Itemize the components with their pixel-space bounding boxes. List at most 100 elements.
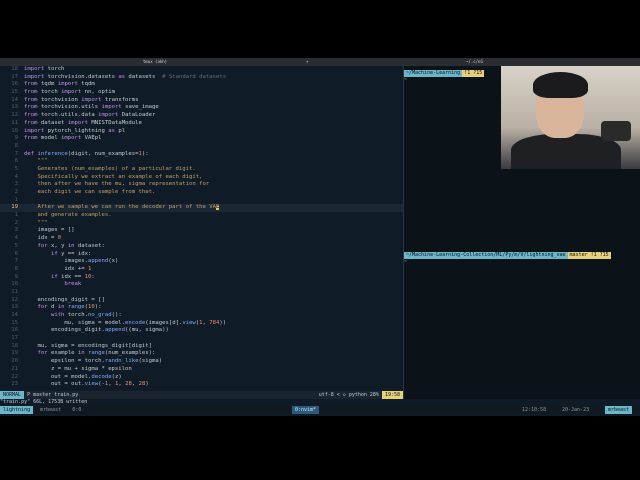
code-text[interactable]: for x, y in dataset: bbox=[24, 243, 104, 249]
code-line[interactable]: 10 break bbox=[0, 281, 403, 289]
code-line[interactable]: 7 def inference(digit, num_examples=1): bbox=[0, 151, 403, 159]
webcam-person-hair bbox=[533, 72, 588, 98]
tmux-active-window[interactable]: 0:nvim* bbox=[292, 406, 320, 414]
vim-cmdline[interactable]: "train.py" 66L, 1753B written bbox=[0, 399, 640, 406]
code-line[interactable]: 19 for example in range(num_examples): bbox=[0, 350, 403, 358]
line-number: 8 bbox=[14, 265, 18, 272]
code-text[interactable]: images = [] bbox=[24, 227, 74, 233]
code-line[interactable]: 1 and generate examples. bbox=[0, 212, 403, 220]
code-line[interactable]: 3 then after we have the mu, sigma repre… bbox=[0, 181, 403, 189]
line-number: 4 bbox=[14, 173, 18, 180]
tmux-window-1[interactable]: mrbeast bbox=[36, 406, 65, 414]
code-line[interactable]: 13 from torchvision.utils import save_ima… bbox=[0, 104, 403, 112]
code-line[interactable]: 2 """ bbox=[0, 220, 403, 228]
code-line[interactable]: 5 Generates (num_examples) of a particul… bbox=[0, 166, 403, 174]
code-text[interactable]: Generates (num_examples) of a particular… bbox=[24, 166, 195, 172]
code-line[interactable]: 18 import torch bbox=[0, 66, 403, 74]
line-number: 12 bbox=[11, 112, 18, 119]
code-text[interactable]: epsilon = torch.randn_like(sigma) bbox=[24, 358, 162, 364]
tmux-window-2[interactable]: 0:0 bbox=[68, 406, 85, 414]
code-line[interactable]: 7 images.append(x) bbox=[0, 258, 403, 266]
code-line[interactable]: 19 After we sample we can run the decode… bbox=[0, 204, 403, 213]
code-line[interactable]: 15 from torch import nn, optim bbox=[0, 89, 403, 97]
code-text[interactable]: idx += 1 bbox=[24, 266, 91, 272]
code-text[interactable]: out = model.decode(z) bbox=[24, 374, 122, 380]
code-line[interactable]: 5 for x, y in dataset: bbox=[0, 243, 403, 251]
line-number: 2 bbox=[14, 189, 18, 195]
code-text[interactable]: Specifically we extract an example of ea… bbox=[24, 174, 202, 180]
code-line[interactable]: 16 from tqdm import tqdm bbox=[0, 81, 403, 89]
code-text[interactable]: from torchvision import transforms bbox=[24, 97, 139, 103]
code-text[interactable]: each digit we can sample from that. bbox=[24, 189, 155, 195]
code-line[interactable]: 10 import pytorch_lightning as pl bbox=[0, 128, 403, 136]
code-text[interactable]: """ bbox=[24, 220, 47, 226]
code-editor[interactable]: 18 import torch 17 import torchvision.datas… bbox=[0, 66, 403, 391]
code-line[interactable]: 4 idx = 0 bbox=[0, 235, 403, 243]
code-line[interactable]: 4 Specifically we extract an example of … bbox=[0, 174, 403, 182]
code-line[interactable]: 11 bbox=[0, 289, 403, 297]
code-line[interactable]: 9 if idx == 10: bbox=[0, 274, 403, 282]
code-text[interactable]: mu, sigma = encodings_digit[digit] bbox=[24, 343, 152, 349]
vim-statusline: NORMAL P master train.py utf-8 < ◇ pytho… bbox=[0, 391, 403, 399]
code-text[interactable]: idx = 0 bbox=[24, 235, 61, 241]
code-text[interactable]: from torchvision.utils import save_image bbox=[24, 104, 159, 110]
code-text[interactable]: import pytorch_lightning as pl bbox=[24, 128, 125, 134]
prompt-1-git: !1 ?15 bbox=[462, 70, 485, 77]
line-number: 16 bbox=[11, 327, 18, 334]
code-line[interactable]: 17 bbox=[0, 335, 403, 343]
code-text[interactable]: from tqdm import tqdm bbox=[24, 81, 95, 87]
terminal-pane[interactable]: ~/Machine-Learning !1 ?15 ~ ~/Machine-Lea… bbox=[404, 66, 640, 399]
code-text[interactable]: from model import VAEpl bbox=[24, 135, 102, 141]
code-text[interactable]: """ bbox=[24, 158, 47, 164]
code-text[interactable]: z = mu + sigma * epsilon bbox=[24, 366, 132, 372]
code-line[interactable]: 8 idx += 1 bbox=[0, 266, 403, 274]
code-text[interactable]: break bbox=[24, 281, 81, 287]
code-text[interactable]: if y == idx: bbox=[24, 251, 91, 257]
code-text[interactable]: from torch import nn, optim bbox=[24, 89, 115, 95]
code-text[interactable]: import torchvision.datasets as datasets … bbox=[24, 74, 226, 80]
code-text[interactable]: encodings_digit = [] bbox=[24, 297, 104, 303]
code-text[interactable]: import torch bbox=[24, 66, 64, 72]
code-line[interactable]: 9 from model import VAEpl bbox=[0, 135, 403, 143]
code-line[interactable]: 12 from torch.utils.data import DataLoade… bbox=[0, 112, 403, 120]
code-text[interactable]: images.append(x) bbox=[24, 258, 118, 264]
code-line[interactable]: 14 with torch.no_grad(): bbox=[0, 312, 403, 320]
filetype-icon: < ◇ bbox=[336, 392, 346, 398]
code-line[interactable]: 14 from torchvision import transforms bbox=[0, 97, 403, 105]
code-line[interactable]: 1 bbox=[0, 197, 403, 205]
code-line[interactable]: 15 mu, sigma = model.encode(images[d].vi… bbox=[0, 320, 403, 328]
code-line[interactable]: 21 z = mu + sigma * epsilon bbox=[0, 366, 403, 374]
code-line[interactable]: 16 encodings_digit.append((mu, sigma)) bbox=[0, 327, 403, 335]
code-line[interactable]: 18 mu, sigma = encodings_digit[digit] bbox=[0, 343, 403, 351]
code-line[interactable]: 22 out = model.decode(z) bbox=[0, 374, 403, 382]
code-text[interactable]: After we sample we can run the decoder p… bbox=[24, 204, 220, 211]
line-number: 5 bbox=[14, 165, 18, 172]
code-line[interactable]: 8 bbox=[0, 143, 403, 151]
code-text[interactable]: def inference(digit, num_examples=1): bbox=[24, 151, 149, 157]
code-text[interactable]: for d in range(10): bbox=[24, 304, 101, 310]
code-line[interactable]: 23 out = out.view(-1, 1, 28, 28) bbox=[0, 381, 403, 389]
code-text[interactable]: mu, sigma = model.encode(images[d].view(… bbox=[24, 320, 226, 326]
code-line[interactable]: 12 encodings_digit = [] bbox=[0, 297, 403, 305]
code-line[interactable]: 3 images = [] bbox=[0, 227, 403, 235]
code-text[interactable]: encodings_digit.append((mu, sigma)) bbox=[24, 327, 169, 333]
code-line[interactable]: 20 epsilon = torch.randn_like(sigma) bbox=[0, 358, 403, 366]
screen: tmux (akh) ~/.c/nG + 18 import torch 17 imp… bbox=[0, 58, 640, 416]
code-text[interactable]: and generate examples. bbox=[24, 212, 111, 218]
code-text[interactable]: for example in range(num_examples): bbox=[24, 350, 155, 356]
code-text[interactable]: with torch.no_grad(): bbox=[24, 312, 122, 318]
code-text[interactable]: if idx == 10: bbox=[24, 274, 95, 280]
code-line[interactable]: 6 """ bbox=[0, 158, 403, 166]
code-text[interactable]: then after we have the mu, sigma represe… bbox=[24, 181, 209, 187]
code-line[interactable]: 13 for d in range(10): bbox=[0, 304, 403, 312]
code-text[interactable]: from torch.utils.data import DataLoader bbox=[24, 112, 155, 118]
code-line[interactable]: 17 import torchvision.datasets as dataset… bbox=[0, 74, 403, 82]
code-line[interactable]: 2 each digit we can sample from that. bbox=[0, 189, 403, 197]
titlebar-plus[interactable]: + bbox=[306, 58, 308, 66]
code-text[interactable]: from dataset import MNISTDataModule bbox=[24, 120, 142, 126]
webcam-overlay bbox=[501, 66, 640, 169]
code-line[interactable]: 11 from dataset import MNISTDataModule bbox=[0, 120, 403, 128]
code-text[interactable]: out = out.view(-1, 1, 28, 28) bbox=[24, 381, 149, 387]
code-line[interactable]: 6 if y == idx: bbox=[0, 251, 403, 259]
prompt-2-tail: ~ bbox=[404, 259, 408, 265]
